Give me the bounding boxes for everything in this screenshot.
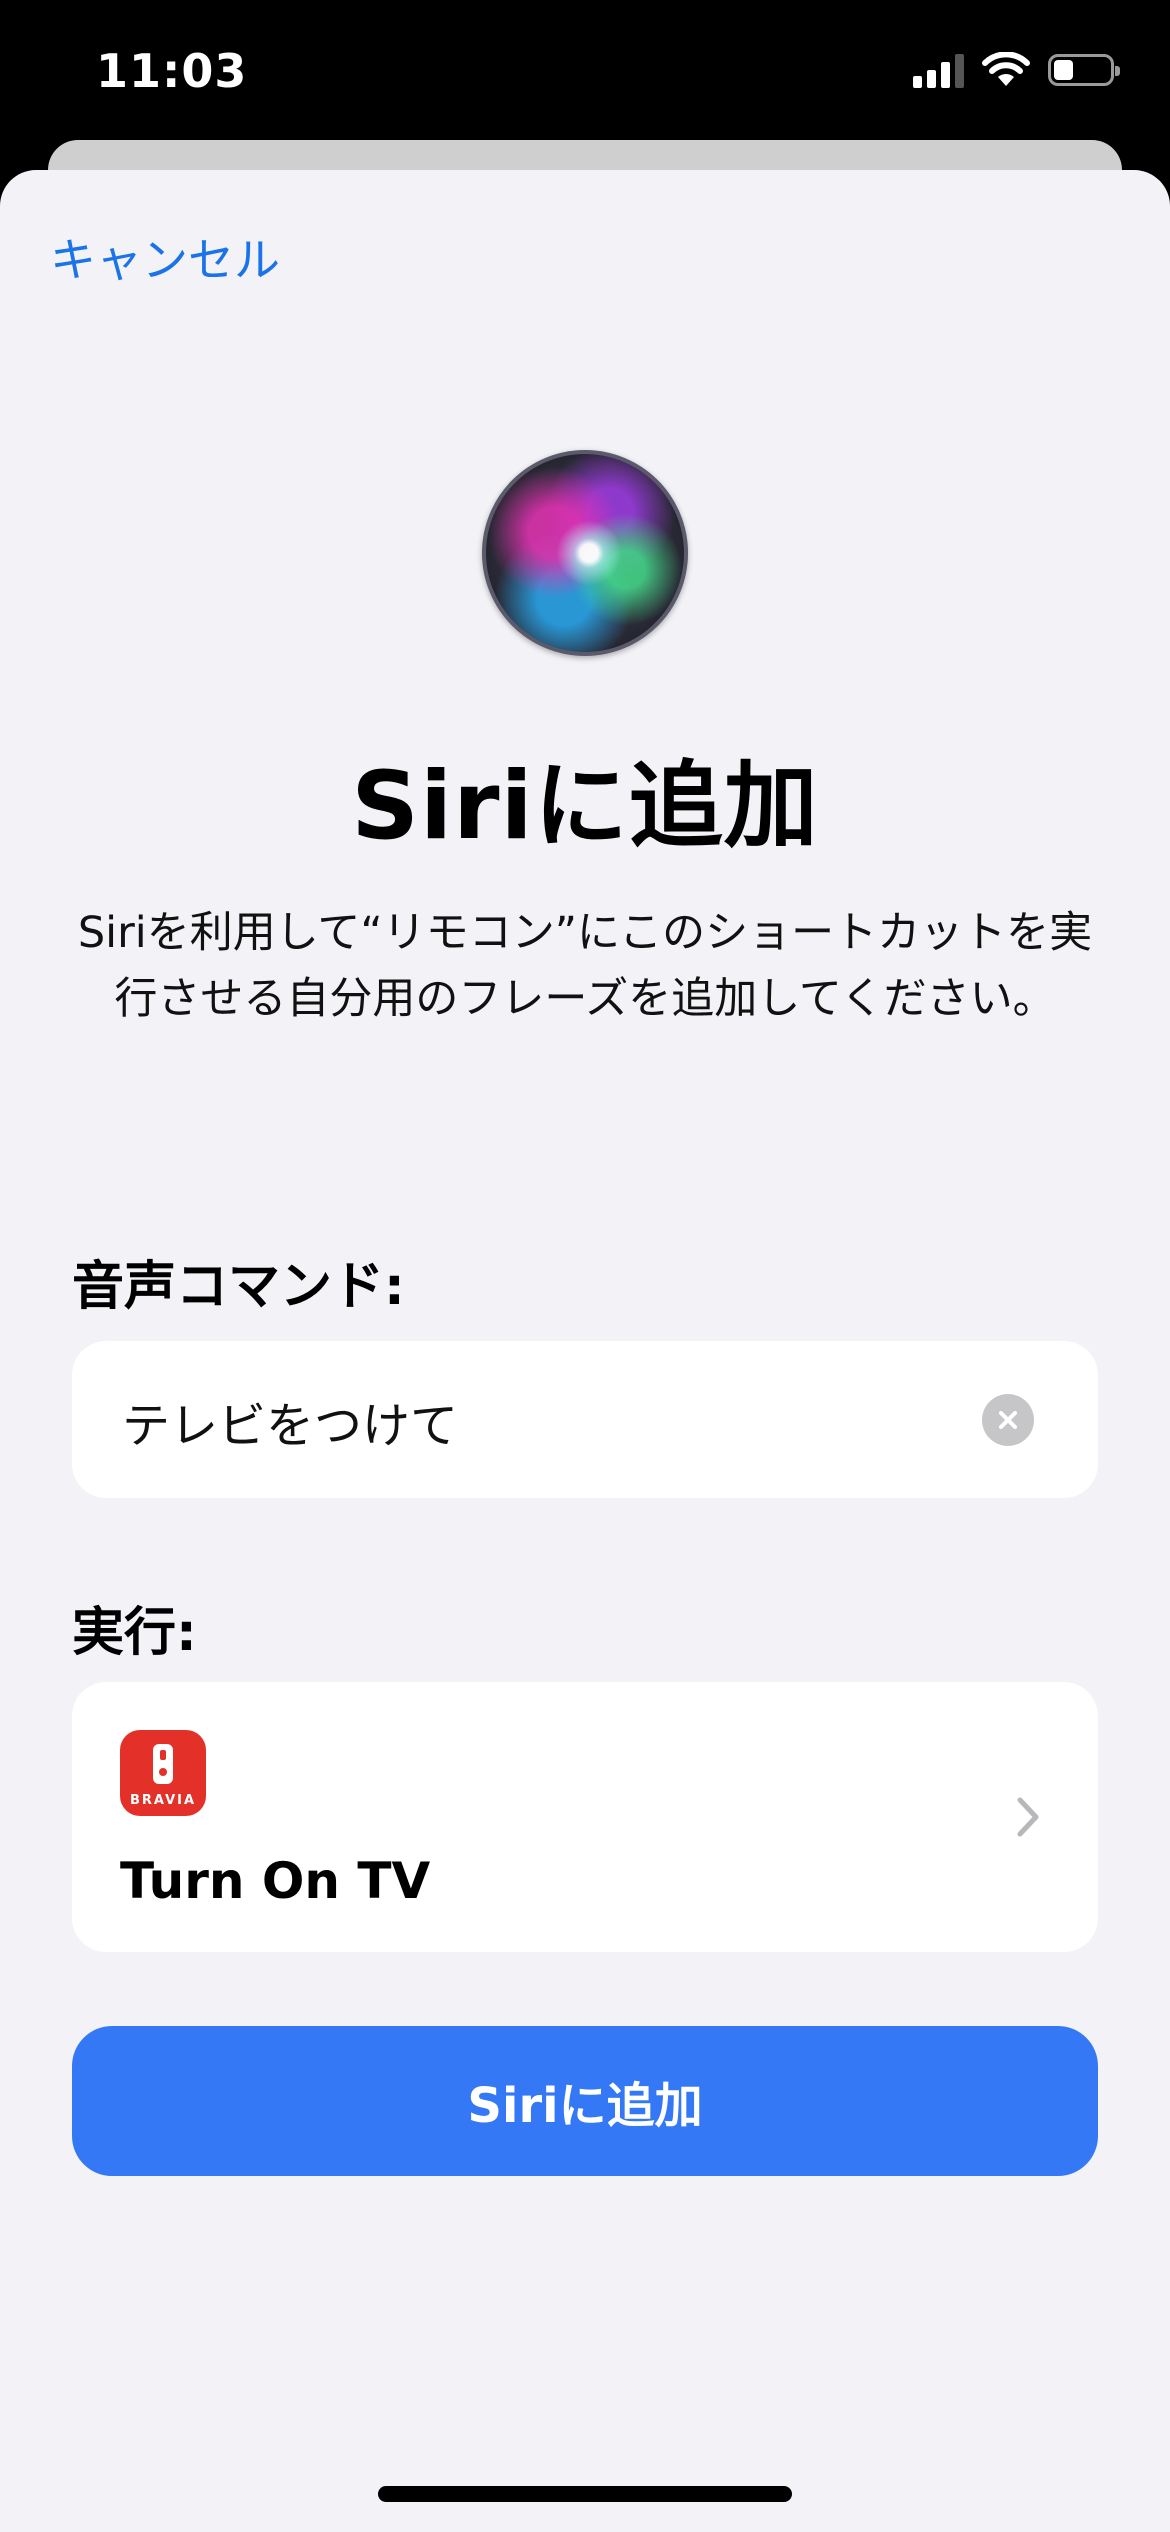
voice-command-field-container [72, 1341, 1098, 1500]
battery-level-fill [1054, 60, 1073, 80]
action-title: Turn On TV [120, 1852, 431, 1910]
status-icons [913, 52, 1120, 88]
cellular-signal-icon [913, 52, 964, 88]
description-text: Siriを利用して“リモコン”にこのショートカットを実行させる自分用のフレーズを… [77, 908, 1093, 1024]
clear-x-icon [999, 1411, 1017, 1429]
battery-icon [1048, 54, 1120, 86]
status-bar: 11:03 [0, 0, 1170, 140]
home-indicator[interactable] [378, 2486, 792, 2502]
siri-orb-icon [482, 450, 688, 656]
app-icon-brand-text: BRAVIA [129, 1793, 197, 1808]
remote-button-shape [160, 1750, 166, 1760]
wifi-icon [982, 52, 1030, 86]
status-time: 11:03 [96, 44, 248, 98]
shortcut-action-row[interactable]: BRAVIA Turn On TV [72, 1682, 1098, 1952]
add-to-siri-button[interactable]: Siriに追加 [72, 2026, 1098, 2176]
voice-command-label: 音声コマンド: [72, 1257, 405, 1317]
bravia-remote-app-icon: BRAVIA [120, 1730, 206, 1816]
clear-circle-icon[interactable] [982, 1394, 1034, 1446]
add-to-siri-sheet: キャンセル Siriに追加 Siriを利用して“リモコン”にこのショートカットを… [0, 170, 1170, 2532]
cancel-button[interactable]: キャンセル [50, 224, 280, 290]
voice-command-input[interactable] [120, 1341, 984, 1500]
run-label: 実行: [72, 1603, 197, 1663]
chevron-right-icon [1017, 1797, 1039, 1837]
page-title: Siriに追加 [351, 752, 819, 861]
